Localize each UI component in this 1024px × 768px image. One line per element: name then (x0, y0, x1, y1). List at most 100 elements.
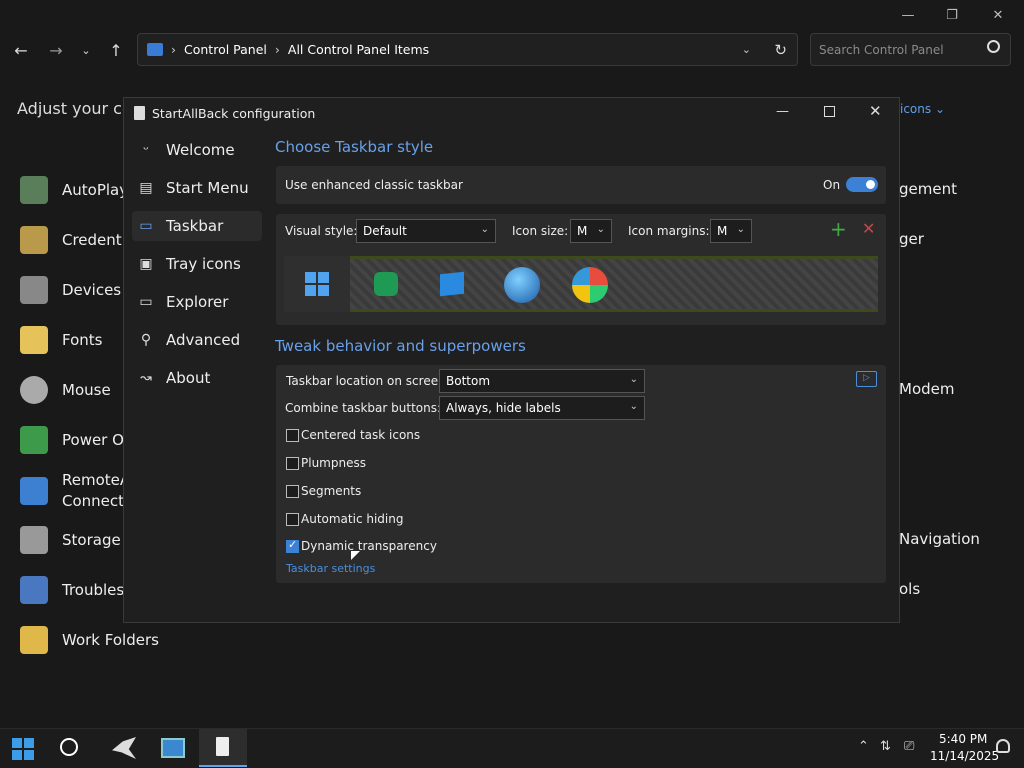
address-dropdown-icon[interactable]: ⌄ (742, 43, 751, 56)
taskbar-preview (284, 256, 878, 312)
clock-time[interactable]: 5:40 PM (939, 732, 987, 746)
work-folders-icon (20, 626, 48, 654)
visual-style-select[interactable]: Default ⌄ (356, 219, 496, 243)
add-style-icon[interactable]: + (830, 217, 847, 241)
enhanced-taskbar-toggle[interactable] (846, 177, 878, 192)
cp-item-troubleshooting[interactable]: Troublesh (20, 576, 134, 604)
cp-item-work-folders[interactable]: Work Folders (20, 626, 159, 654)
search-icon[interactable] (60, 738, 78, 756)
control-panel-icon (147, 43, 163, 56)
power-icon (20, 426, 48, 454)
display-icon[interactable]: ⎚ (904, 739, 914, 754)
minimize-button[interactable]: — (885, 0, 931, 30)
smile-icon: ᵕ (143, 142, 149, 158)
nav-explorer[interactable]: ▭ Explorer (132, 287, 262, 317)
startallback-app-icon[interactable] (199, 729, 247, 767)
cp-item-fonts[interactable]: Fonts (20, 326, 102, 354)
cp-item-right-3[interactable]: Modem (899, 380, 954, 398)
storage-icon (20, 526, 48, 554)
network-icon[interactable]: ⇅ (880, 739, 891, 754)
control-panel-app-icon[interactable] (161, 738, 185, 758)
dialog-maximize-button[interactable] (824, 106, 835, 117)
restore-button[interactable]: ❐ (929, 0, 975, 30)
clock-date[interactable]: 11/14/2025 (930, 749, 999, 763)
auto-hide-checkbox[interactable] (286, 513, 299, 526)
cp-item-right-1[interactable]: gement (899, 180, 957, 198)
preview-clover-icon[interactable] (374, 272, 398, 296)
dialog-minimize-button[interactable]: — (776, 104, 789, 119)
cp-item-right-4[interactable]: Navigation (899, 530, 980, 548)
toggle-state-label: On (823, 178, 841, 192)
section-tweak-behavior: Tweak behavior and superpowers (275, 337, 526, 355)
preview-play-icon[interactable]: ▷ (856, 371, 877, 387)
cp-item-mouse[interactable]: Mouse (20, 376, 111, 404)
dialog-close-button[interactable]: ✕ (869, 102, 882, 120)
bird-app-icon[interactable] (112, 737, 136, 759)
cp-item-autoplay[interactable]: AutoPlay (20, 176, 128, 204)
visual-style-card: Visual style: Default ⌄ Icon size: M ⌄ Ico… (276, 214, 886, 325)
notification-icon[interactable] (996, 739, 1010, 753)
centered-icons-label: Centered task icons (301, 428, 421, 442)
visual-style-label: Visual style: (285, 224, 358, 238)
nav-welcome[interactable]: ᵕ Welcome (132, 135, 262, 165)
remove-style-icon[interactable]: ✕ (862, 219, 875, 238)
preview-vista-orb-icon[interactable] (572, 267, 608, 303)
cp-item-remoteapp[interactable]: RemoteA Connecti (20, 470, 130, 512)
page-heading: Adjust your cor (17, 99, 139, 118)
start-button[interactable] (12, 738, 34, 760)
combine-buttons-select[interactable]: Always, hide labels ⌄ (439, 396, 645, 420)
icon-size-select[interactable]: M ⌄ (570, 219, 612, 243)
crumb-control-panel[interactable]: Control Panel (184, 42, 267, 57)
credential-icon (20, 226, 48, 254)
dynamic-transparency-label: Dynamic transparency (301, 539, 437, 553)
cp-item-right-5[interactable]: ols (899, 580, 920, 598)
plumpness-checkbox[interactable] (286, 457, 299, 470)
nav-start-menu[interactable]: ▤ Start Menu (132, 173, 262, 203)
cp-item-credentials[interactable]: Credenti (20, 226, 126, 254)
start-menu-icon: ▤ (139, 180, 153, 196)
search-input[interactable]: Search Control Panel (810, 33, 1011, 66)
view-by-dropdown[interactable]: icons ⌄ (900, 102, 945, 116)
win11-logo-icon (305, 272, 329, 296)
centered-icons-checkbox[interactable] (286, 429, 299, 442)
search-icon (987, 40, 1000, 53)
crumb-all-items[interactable]: All Control Panel Items (288, 42, 429, 57)
cp-item-storage[interactable]: Storage S (20, 526, 135, 554)
preview-win11-button[interactable] (284, 256, 350, 312)
forward-button[interactable]: → (42, 36, 70, 64)
cp-item-devices[interactable]: Devices a (20, 276, 135, 304)
nav-taskbar[interactable]: ▭ Taskbar (132, 211, 262, 241)
nav-tray-icons[interactable]: ▣ Tray icons (132, 249, 262, 279)
dynamic-transparency-checkbox[interactable] (286, 538, 299, 553)
plumpness-label: Plumpness (301, 456, 366, 470)
preview-win7-orb-icon[interactable] (504, 267, 540, 303)
fonts-icon (20, 326, 48, 354)
mouse-icon (20, 376, 48, 404)
preview-win10-icon[interactable] (440, 271, 464, 297)
app-icon (134, 106, 145, 120)
cp-item-power[interactable]: Power Op (20, 426, 133, 454)
tray-icon: ▣ (139, 256, 153, 272)
chevron-down-icon: ⌄ (629, 374, 638, 385)
segments-checkbox[interactable] (286, 485, 299, 498)
refresh-icon[interactable]: ↻ (774, 41, 787, 59)
enhanced-taskbar-card: Use enhanced classic taskbar On (276, 166, 886, 204)
autoplay-icon (20, 176, 48, 204)
location-label: Taskbar location on screen: (286, 374, 450, 388)
devices-icon (20, 276, 48, 304)
close-button[interactable]: ✕ (975, 0, 1021, 30)
recent-dropdown[interactable]: ⌄ (72, 36, 100, 64)
cp-item-right-2[interactable]: ger (899, 230, 924, 248)
tray-overflow-icon[interactable]: ⌃ (858, 739, 869, 754)
taskbar-location-select[interactable]: Bottom ⌄ (439, 369, 645, 393)
combine-label: Combine taskbar buttons: (285, 401, 442, 415)
address-bar[interactable]: › Control Panel › All Control Panel Item… (137, 33, 798, 66)
nav-advanced[interactable]: ⚲ Advanced (132, 325, 262, 355)
icon-margins-select[interactable]: M ⌄ (710, 219, 752, 243)
nav-about[interactable]: ↝ About (132, 363, 262, 393)
taskbar-settings-link[interactable]: Taskbar settings (286, 562, 375, 575)
up-button[interactable]: ↑ (102, 36, 130, 64)
taskbar-icon: ▭ (139, 218, 153, 234)
chevron-down-icon: ⌄ (736, 224, 745, 235)
back-button[interactable]: ← (7, 36, 35, 64)
